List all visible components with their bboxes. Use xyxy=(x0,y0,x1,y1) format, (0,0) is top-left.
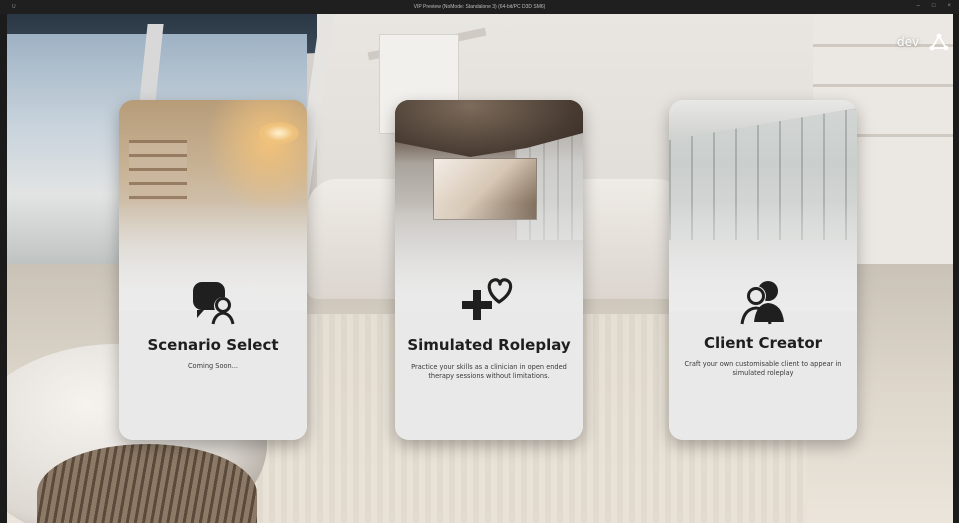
card-description: Craft your own customisable client to ap… xyxy=(684,360,842,377)
card-title: Client Creator xyxy=(703,334,823,352)
minimize-button[interactable]: – xyxy=(917,3,920,9)
env-label: dev xyxy=(897,35,920,49)
window-titlebar: U VIP Preview (NoMode: Standalone 3) (64… xyxy=(0,0,959,14)
lamp-glow xyxy=(259,122,299,144)
card-title: Scenario Select xyxy=(147,336,279,354)
triangle-nodes-icon[interactable] xyxy=(929,33,949,51)
app-icon: U xyxy=(12,4,16,10)
bookshelf xyxy=(129,140,187,200)
window-controls: – □ × xyxy=(917,3,951,9)
two-people-icon xyxy=(740,281,784,325)
window-title: VIP Preview (NoMode: Standalone 3) (64-b… xyxy=(413,4,546,10)
plus-heart-icon xyxy=(462,278,513,320)
simulated-roleplay-card[interactable]: Simulated Roleplay Practice your skills … xyxy=(395,100,583,440)
card-description: Coming Soon... xyxy=(187,362,239,370)
card-description: Practice your skills as a clinician in o… xyxy=(411,363,567,380)
scenario-select-card[interactable]: Scenario Select Coming Soon... xyxy=(119,100,307,440)
client-creator-card[interactable]: Client Creator Craft your own customisab… xyxy=(669,100,857,440)
close-button[interactable]: × xyxy=(947,3,951,9)
chat-person-icon xyxy=(193,282,235,325)
card-title: Simulated Roleplay xyxy=(407,336,571,354)
maximize-button[interactable]: □ xyxy=(932,3,936,9)
